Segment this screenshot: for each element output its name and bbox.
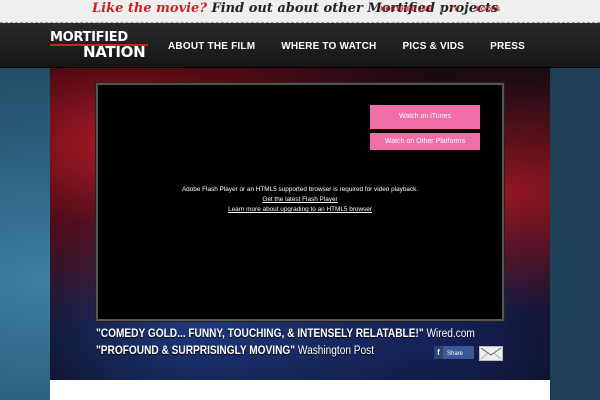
watch-on-other-platforms-button[interactable]: Watch on Other Platforms [370,133,480,150]
nav-item-press[interactable]: PRESS [490,41,525,52]
html5-upgrade-link[interactable]: Learn more about upgrading to an HTML5 b… [98,205,502,215]
quote-text: "COMEDY GOLD... FUNNY, TOUCHING, & INTEN… [96,328,424,340]
quote-text: "PROFOUND & SURPRISINGLY MOVING" [96,345,296,357]
top-link-tv[interactable]: TV [442,6,466,13]
nav-item-where-to-watch[interactable]: WHERE TO WATCH [281,41,376,52]
press-quote: "PROFOUND & SURPRISINGLY MOVING" Washing… [96,343,475,360]
envelope-icon [480,347,502,360]
top-link-mortified-live[interactable]: MORTIFIED LIVE [372,6,440,13]
press-quote: "COMEDY GOLD... FUNNY, TOUCHING, & INTEN… [96,326,475,343]
hero-stage: Watch on iTunes Watch on Other Platforms… [50,68,550,380]
quote-source: Wired.com [426,328,475,340]
site-logo[interactable]: MORTIFIED NATION [50,31,150,61]
facebook-share-button[interactable]: f Share [434,346,474,359]
flash-required-message: Adobe Flash Player or an HTML5 supported… [98,185,502,215]
nav-item-pics-vids[interactable]: PICS & VIDS [402,41,464,52]
quote-source: Washington Post [297,345,375,357]
logo-line2: NATION [83,43,146,61]
watch-on-itunes-button[interactable]: Watch on iTunes [370,105,480,129]
main-nav-bar: MORTIFIED NATION ABOUT THE FILM WHERE TO… [0,23,600,68]
flash-message-text: Adobe Flash Player or an HTML5 supported… [181,186,419,193]
content-area-top [50,380,550,400]
promo-question: Like the movie? [92,1,207,16]
top-links: MORTIFIED LIVE | TV | BOOKS [372,6,508,13]
press-quotes: "COMEDY GOLD... FUNNY, TOUCHING, & INTEN… [96,326,475,360]
nav-item-about-the-film[interactable]: ABOUT THE FILM [168,41,255,52]
top-link-books[interactable]: BOOKS [468,6,508,13]
share-label: Share [447,351,464,357]
video-player[interactable]: Watch on iTunes Watch on Other Platforms… [96,83,504,321]
promo-strip: Like the movie? Find out about other Mor… [0,0,600,23]
email-share-button[interactable] [479,346,503,361]
get-flash-link[interactable]: Get the latest Flash Player [98,195,502,205]
nav-menu: ABOUT THE FILM WHERE TO WATCH PICS & VID… [168,41,525,52]
facebook-icon: f [434,346,443,359]
